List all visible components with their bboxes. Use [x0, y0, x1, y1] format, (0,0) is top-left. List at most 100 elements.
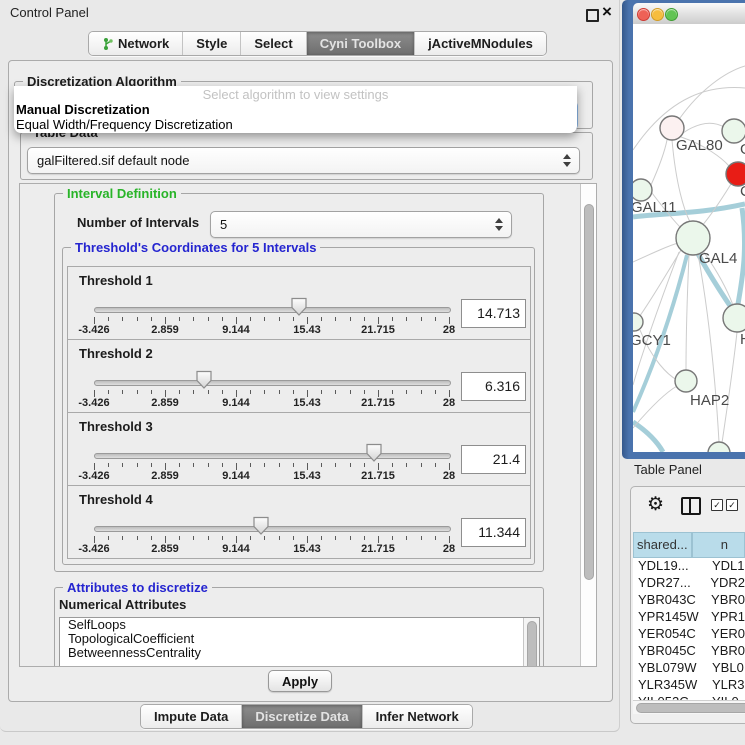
algorithm-option-equal-width[interactable]: Equal Width/Frequency Discretization	[16, 117, 233, 132]
network-edge[interactable]	[680, 66, 745, 118]
slider-tick	[321, 463, 322, 467]
slider-tick	[236, 536, 237, 543]
threshold-value-field[interactable]: 21.4	[461, 445, 526, 474]
close-traffic-icon[interactable]	[637, 8, 650, 21]
tab-infer-network[interactable]: Infer Network	[362, 705, 472, 728]
table-row[interactable]: YDR27...YDR2	[633, 575, 745, 592]
network-edge[interactable]	[633, 243, 678, 262]
slider-track[interactable]	[94, 307, 451, 313]
slider-tick	[137, 390, 138, 394]
table-row[interactable]: YER054CYER0	[633, 626, 745, 643]
slider-tick	[392, 390, 393, 394]
column-header-shared-name[interactable]: shared...	[633, 532, 692, 558]
cell-name: YDL1	[708, 558, 745, 575]
slider-tick	[279, 536, 280, 540]
slider-tick	[421, 317, 422, 321]
network-window-titlebar[interactable]	[633, 3, 745, 25]
network-node-gal11[interactable]	[633, 179, 652, 201]
slider-track[interactable]	[94, 526, 451, 532]
threshold-value-field[interactable]: 6.316	[461, 372, 526, 401]
checkbox-icon[interactable]: ✓	[711, 499, 723, 511]
gear-icon[interactable]: ⚙	[647, 493, 664, 517]
cell-shared-name: YBR045C	[633, 643, 707, 660]
table-data-combobox[interactable]: galFiltered.sif default node	[27, 147, 580, 174]
network-edge-thick[interactable]	[738, 208, 745, 304]
slider-tick	[193, 390, 194, 394]
slider-tick	[151, 317, 152, 321]
slider-thumb[interactable]	[195, 370, 213, 389]
table-row[interactable]: YDL19...YDL1	[633, 558, 745, 575]
network-edge[interactable]	[651, 140, 667, 185]
table-row[interactable]: YBR045CYBR0	[633, 643, 745, 660]
network-edge[interactable]	[639, 250, 681, 317]
float-window-icon[interactable]	[586, 9, 599, 22]
slider-tick	[392, 317, 393, 321]
tab-jactivemnodules[interactable]: jActiveMNodules	[414, 32, 546, 55]
table-row[interactable]: YPR145WYPR1	[633, 609, 745, 626]
slider-thumb[interactable]	[365, 443, 383, 462]
combobox-stepper-icon	[493, 212, 505, 237]
slider-tick	[378, 536, 379, 543]
table-row[interactable]: YBR043CYBR0	[633, 592, 745, 609]
columns-icon[interactable]	[681, 497, 701, 515]
list-scrollbar[interactable]	[523, 618, 539, 667]
slider-tick	[165, 536, 166, 543]
close-icon[interactable]: ×	[602, 2, 612, 22]
control-panel-title: Control Panel	[10, 5, 89, 20]
cell-name: YBL0	[708, 660, 744, 677]
cell-shared-name: YDR27...	[633, 575, 706, 592]
network-canvas[interactable]: GAL80GCGAL11GAL4GCY1HHAP2	[633, 24, 745, 452]
tab-style[interactable]: Style	[182, 32, 240, 55]
slider-tick	[350, 317, 351, 321]
network-edge[interactable]	[683, 123, 724, 133]
algorithm-popup-hint: Select algorithm to view settings	[14, 87, 577, 102]
interval-definition-group: Interval Definition Number of Intervals …	[54, 193, 544, 572]
tab-impute-data[interactable]: Impute Data	[141, 705, 241, 728]
tab-discretize-data[interactable]: Discretize Data	[241, 705, 361, 728]
network-edge[interactable]	[722, 332, 737, 443]
network-edge-thick[interactable]	[633, 422, 663, 452]
attribute-list-item[interactable]: BetweennessCentrality	[60, 646, 539, 660]
tab-network[interactable]: Network	[89, 32, 182, 55]
tab-cyni-toolbox[interactable]: Cyni Toolbox	[306, 32, 414, 55]
apply-button[interactable]: Apply	[268, 670, 332, 692]
slider-tick-label: 15.43	[293, 470, 321, 482]
zoom-traffic-icon[interactable]	[665, 8, 678, 21]
network-node-h[interactable]	[723, 304, 745, 332]
network-edge[interactable]	[686, 255, 689, 370]
slider-thumb[interactable]	[252, 516, 270, 535]
tab-label: Network	[118, 36, 169, 51]
table-row[interactable]: YLR345WYLR3	[633, 677, 745, 694]
slider-track[interactable]	[94, 453, 451, 459]
tab-select[interactable]: Select	[240, 32, 305, 55]
combobox-stepper-icon	[561, 148, 573, 173]
slider-track[interactable]	[94, 380, 451, 386]
network-node-gcy1[interactable]	[633, 313, 643, 331]
slider-tick-label: 21.715	[361, 470, 395, 482]
network-icon	[102, 37, 113, 51]
slider-tick-label: 15.43	[293, 543, 321, 555]
threshold-value-field[interactable]: 14.713	[461, 299, 526, 328]
table-horizontal-scrollbar[interactable]	[633, 700, 745, 714]
minimize-traffic-icon[interactable]	[651, 8, 664, 21]
column-header-name[interactable]: n	[692, 532, 745, 558]
algorithm-option-manual[interactable]: Manual Discretization	[16, 102, 150, 117]
checkbox-icon[interactable]: ✓	[726, 499, 738, 511]
attribute-list-item[interactable]: TopologicalCoefficient	[60, 632, 539, 646]
slider-tick-label: 28	[443, 324, 455, 336]
network-node-hap2[interactable]	[675, 370, 697, 392]
table-row[interactable]: YBL079WYBL0	[633, 660, 745, 677]
slider-tick-label: 28	[443, 470, 455, 482]
slider-tick	[151, 390, 152, 394]
network-node[interactable]	[708, 442, 730, 452]
slider-tick	[108, 536, 109, 540]
slider-thumb[interactable]	[290, 297, 308, 316]
settings-scrollbar[interactable]	[580, 184, 596, 666]
number-of-intervals-combobox[interactable]: 5	[210, 211, 512, 238]
network-node-label: GAL80	[676, 137, 723, 154]
threshold-value-field[interactable]: 11.344	[461, 518, 526, 547]
numerical-attributes-list[interactable]: SelfLoopsTopologicalCoefficientBetweenne…	[59, 617, 540, 667]
network-node-g[interactable]	[722, 119, 745, 143]
slider-tick	[179, 536, 180, 540]
attribute-list-item[interactable]: SelfLoops	[60, 618, 539, 632]
